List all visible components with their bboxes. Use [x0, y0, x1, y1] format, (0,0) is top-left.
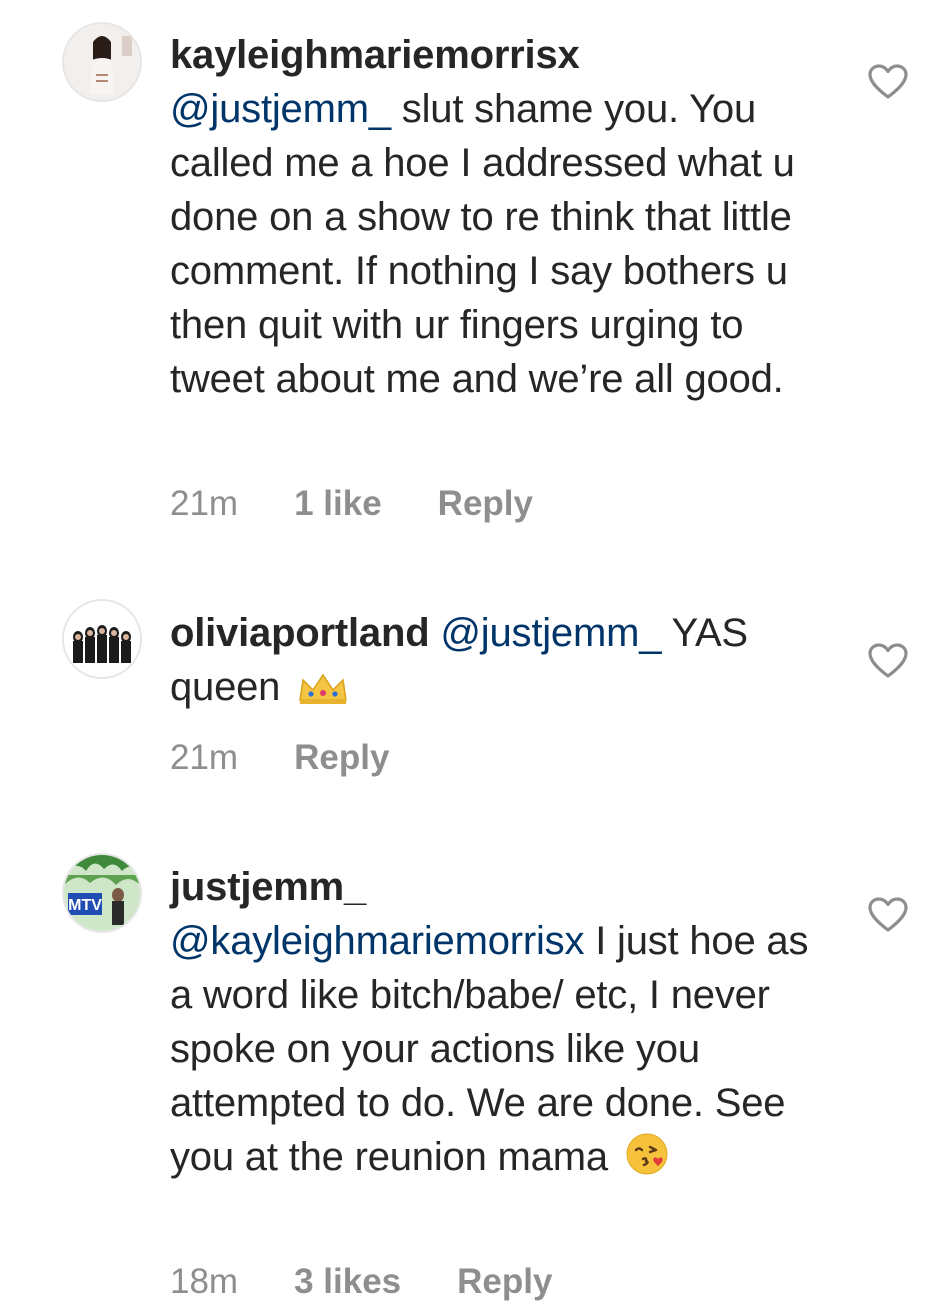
comment-meta: 21m 1 like Reply	[170, 484, 589, 524]
likes-count[interactable]: 3 likes	[294, 1262, 401, 1302]
crown-emoji-icon	[297, 666, 349, 720]
comment-body: slut shame you. You called me a hoe I ad…	[170, 87, 795, 401]
avatar[interactable]	[64, 601, 140, 677]
comment-meta: 21m Reply	[170, 738, 445, 778]
mention-link[interactable]: @kayleighmariemorrisx	[170, 919, 584, 963]
avatar-photo: MTV	[64, 855, 140, 931]
avatar[interactable]	[64, 24, 140, 100]
comment-meta: 18m 3 likes Reply	[170, 1262, 608, 1302]
comment-text: oliviaportland @justjemm_ YAS queen	[170, 606, 835, 720]
username[interactable]: justjemm_	[170, 865, 366, 909]
reply-button[interactable]: Reply	[294, 738, 389, 778]
comment-text: kayleighmariemorrisx @justjemm_ slut sham…	[170, 28, 835, 406]
mtv-badge: MTV	[68, 897, 102, 914]
kissing-face-emoji-icon	[625, 1132, 669, 1190]
avatar-photo	[64, 601, 140, 677]
username[interactable]: kayleighmariemorrisx	[170, 33, 580, 77]
heart-icon[interactable]	[868, 643, 908, 679]
timestamp: 18m	[170, 1262, 239, 1301]
reply-button[interactable]: Reply	[457, 1262, 552, 1302]
avatar-photo	[64, 24, 140, 100]
mention-link[interactable]: @justjemm_	[170, 87, 391, 131]
likes-count[interactable]: 1 like	[294, 484, 382, 524]
heart-icon[interactable]	[868, 64, 908, 100]
timestamp: 21m	[170, 738, 239, 777]
username[interactable]: oliviaportland	[170, 611, 430, 655]
heart-icon[interactable]	[868, 897, 908, 933]
timestamp: 21m	[170, 484, 239, 523]
comment-text: justjemm_ @kayleighmariemorrisx I just ho…	[170, 860, 835, 1190]
mention-link[interactable]: @justjemm_	[440, 611, 661, 655]
avatar[interactable]: MTV	[64, 855, 140, 931]
reply-button[interactable]: Reply	[438, 484, 533, 524]
